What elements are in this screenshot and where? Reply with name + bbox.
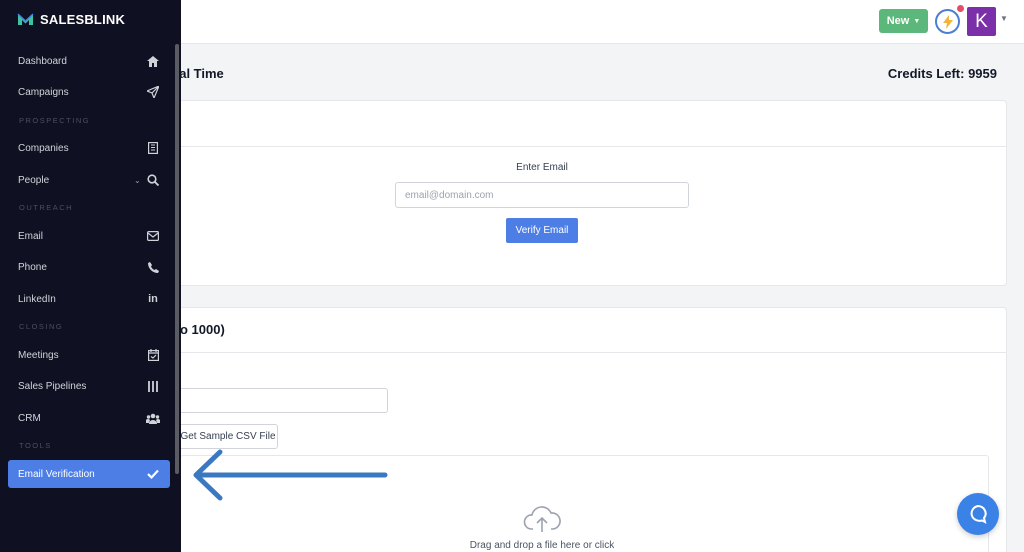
sidebar-item-label: Dashboard <box>18 55 67 67</box>
sidebar-item-people[interactable]: People <box>8 166 170 194</box>
email-input[interactable] <box>395 182 689 208</box>
sidebar-item-email[interactable]: Email <box>8 222 170 250</box>
brand-name: SALESBLINK <box>40 12 126 27</box>
chat-help-button[interactable] <box>957 493 999 535</box>
salesblink-logo-icon <box>17 13 34 25</box>
brand-logo[interactable]: SALESBLINK <box>17 12 125 27</box>
sidebar-item-campaigns[interactable]: Campaigns <box>8 78 170 106</box>
sidebar-item-label: Phone <box>18 261 47 273</box>
sidebar: SALESBLINK Dashboard Campaigns PROSPECTI… <box>0 0 181 552</box>
annotation-arrow-icon <box>193 449 388 501</box>
sidebar-item-label: Meetings <box>18 349 59 361</box>
list-name-input[interactable] <box>172 388 388 413</box>
bulk-card-title: o 1000) <box>180 322 225 337</box>
sidebar-item-companies[interactable]: Companies <box>8 134 170 162</box>
sidebar-item-label: Email <box>18 230 44 242</box>
users-icon <box>146 411 160 425</box>
chat-bubble-icon <box>970 504 987 524</box>
verify-email-button[interactable]: Verify Email <box>506 218 578 243</box>
sidebar-item-dashboard[interactable]: Dashboard <box>8 47 170 75</box>
card-header <box>173 308 1006 353</box>
sidebar-item-meetings[interactable]: Meetings <box>8 341 170 369</box>
sidebar-item-linkedin[interactable]: LinkedIn in <box>8 285 170 313</box>
sidebar-item-label: People <box>18 174 50 186</box>
sidebar-item-label: Campaigns <box>18 86 69 98</box>
linkedin-icon: in <box>148 293 158 305</box>
card-header <box>173 101 1006 147</box>
sidebar-item-label: Email Verification <box>18 468 95 480</box>
phone-icon <box>146 260 160 274</box>
building-icon <box>146 141 160 155</box>
sidebar-item-phone[interactable]: Phone <box>8 253 170 281</box>
sidebar-item-label: CRM <box>18 412 41 424</box>
sidebar-item-email-verification[interactable]: Email Verification <box>8 460 170 488</box>
section-label-outreach: OUTREACH <box>19 203 74 212</box>
calendar-check-icon <box>146 348 160 362</box>
notification-dot <box>956 4 965 13</box>
new-button-label: New <box>886 15 910 27</box>
section-label-prospecting: PROSPECTING <box>19 116 91 125</box>
sidebar-item-label: LinkedIn <box>18 293 56 305</box>
lightning-bolt-icon[interactable] <box>935 9 960 34</box>
home-icon <box>146 54 160 68</box>
paper-plane-icon <box>146 85 160 99</box>
chevron-down-icon[interactable]: ⌄ <box>134 176 141 185</box>
enter-email-label: Enter Email <box>516 162 568 173</box>
sidebar-scrollbar[interactable] <box>175 44 179 474</box>
chevron-down-icon: ▼ <box>913 17 921 25</box>
section-label-tools: TOOLS <box>19 441 52 450</box>
columns-icon <box>146 379 160 393</box>
sidebar-item-crm[interactable]: CRM <box>8 404 170 432</box>
sidebar-item-label: Companies <box>18 142 69 154</box>
new-button[interactable]: New ▼ <box>879 9 928 33</box>
chevron-down-icon[interactable]: ▼ <box>1000 14 1008 23</box>
credits-left: Credits Left: 9959 <box>887 66 997 81</box>
dropzone-text: Drag and drop a file here or click <box>469 540 615 551</box>
avatar[interactable]: K <box>967 7 996 36</box>
sidebar-item-sales-pipelines[interactable]: Sales Pipelines <box>8 372 170 400</box>
section-label-closing: CLOSING <box>19 322 64 331</box>
cloud-upload-icon <box>523 505 561 538</box>
sidebar-item-label: Sales Pipelines <box>18 380 87 392</box>
check-icon <box>146 467 160 481</box>
envelope-icon <box>146 229 160 243</box>
search-icon <box>146 173 160 187</box>
